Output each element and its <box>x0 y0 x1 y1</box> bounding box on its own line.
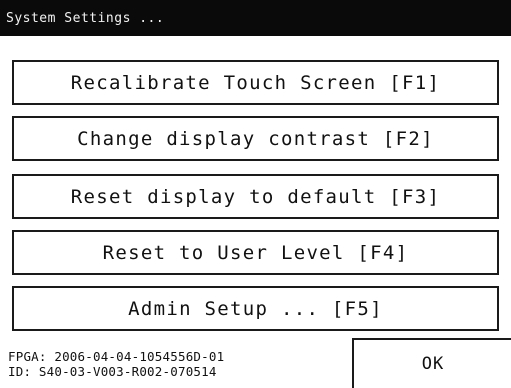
change-display-contrast-button[interactable]: Change display contrast [F2] <box>12 116 499 161</box>
version-info: FPGA: 2006-04-04-1054556D-01 ID: S40-03-… <box>8 349 224 379</box>
recalibrate-touch-screen-button[interactable]: Recalibrate Touch Screen [F1] <box>12 60 499 105</box>
title-bar: System Settings ... <box>0 0 511 36</box>
window-title: System Settings ... <box>6 11 165 26</box>
admin-setup-button[interactable]: Admin Setup ... [F5] <box>12 286 499 331</box>
fpga-version-text: FPGA: 2006-04-04-1054556D-01 <box>8 349 225 364</box>
device-id-text: ID: S40-03-V003-R002-070514 <box>8 364 217 379</box>
reset-user-level-button[interactable]: Reset to User Level [F4] <box>12 230 499 275</box>
ok-button[interactable]: OK <box>352 338 511 388</box>
reset-display-default-button[interactable]: Reset display to default [F3] <box>12 174 499 219</box>
